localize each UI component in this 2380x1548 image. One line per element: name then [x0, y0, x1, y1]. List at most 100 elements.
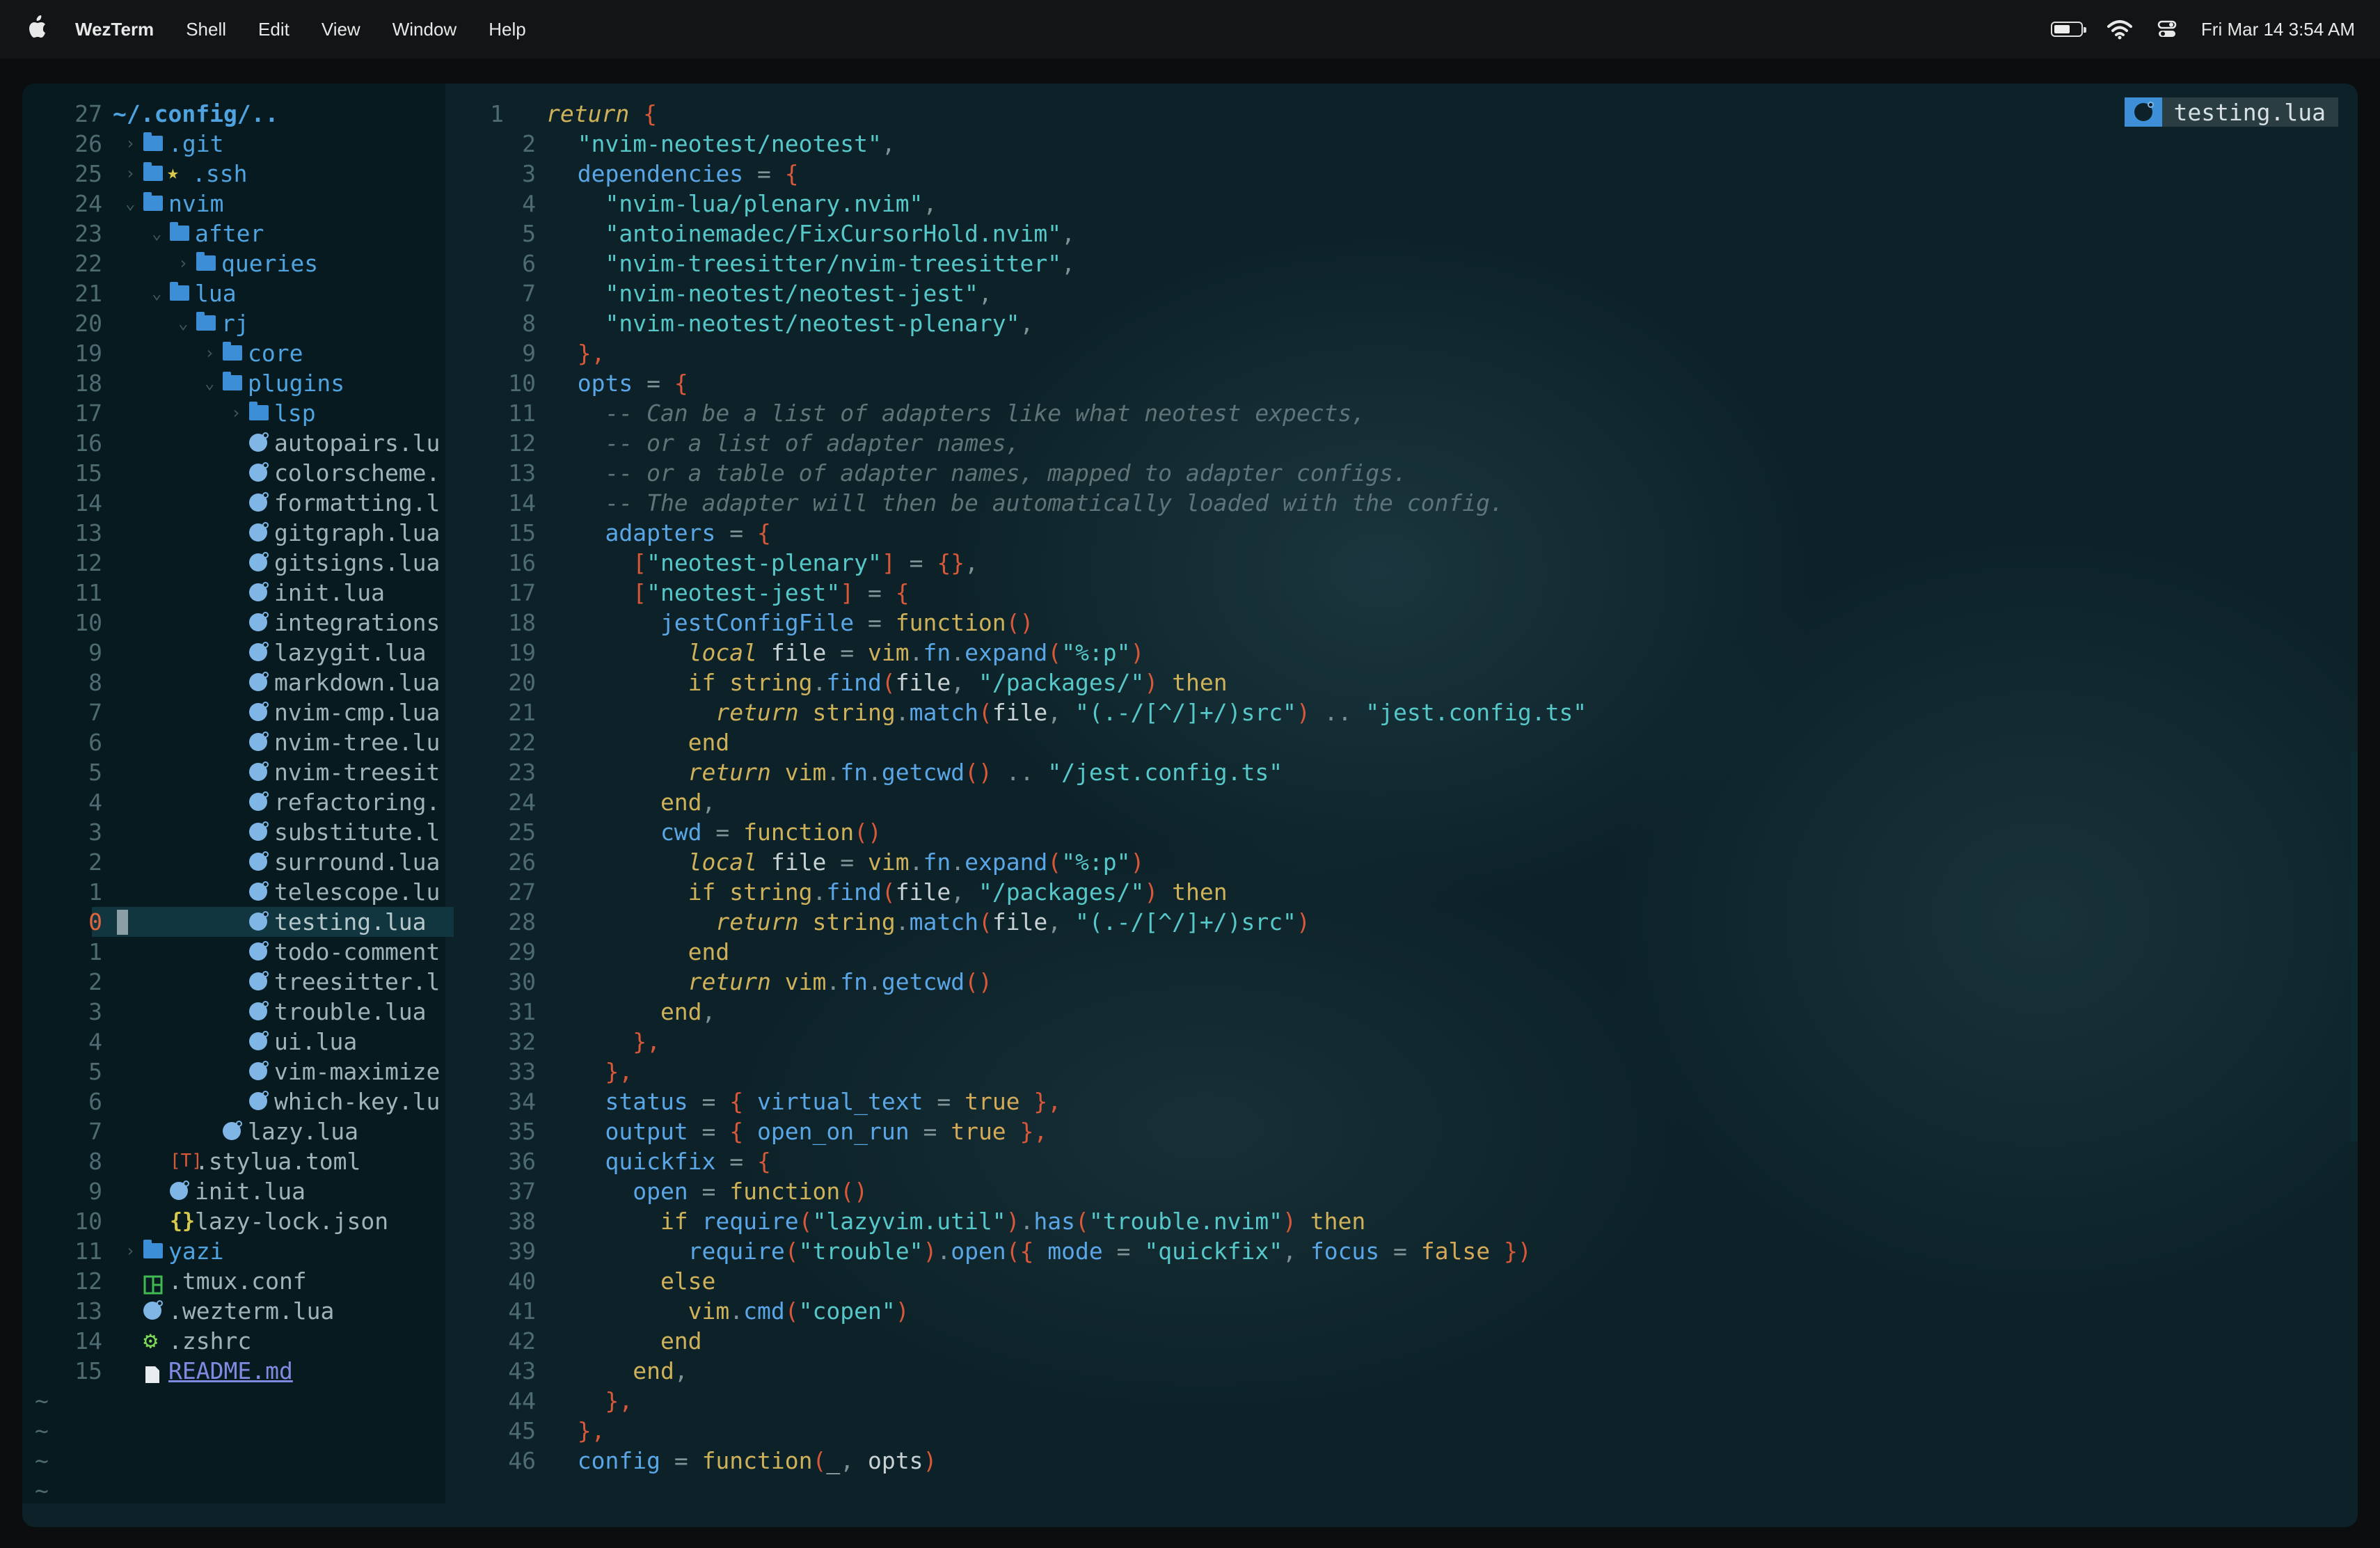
tree-item[interactable]: 7 nvim-cmp.lua	[22, 697, 440, 727]
code-line[interactable]: 22 end	[445, 727, 2324, 757]
code-line[interactable]: 7 "nvim-neotest/neotest-jest",	[445, 278, 2324, 308]
code-line[interactable]: 5 "antoinemadec/FixCursorHold.nvim",	[445, 219, 2324, 248]
tree-item[interactable]: 5 nvim-treesit	[22, 757, 440, 787]
code-line[interactable]: 13 -- or a table of adapter names, mappe…	[445, 458, 2324, 488]
tree-item[interactable]: 21 ⌄ lua	[22, 278, 433, 308]
control-center-icon[interactable]	[2157, 19, 2177, 40]
tree-item[interactable]: 18 ⌄ plugins	[22, 368, 433, 398]
tree-item[interactable]: 4 ui.lua	[22, 1027, 433, 1057]
code-line[interactable]: 36 quickfix = {	[445, 1146, 2324, 1176]
code-line[interactable]: return {	[445, 99, 2324, 129]
tree-item[interactable]: 23 ⌄ after	[22, 219, 433, 248]
tree-item[interactable]: 6 which-key.lu	[22, 1087, 440, 1116]
tree-item[interactable]: 2 surround.lua	[22, 847, 440, 877]
code-line[interactable]: 8 "nvim-neotest/neotest-plenary",	[445, 308, 2324, 338]
code-line[interactable]: 21 return string.match(file, "(.-/[^/]+/…	[445, 697, 2324, 727]
battery-icon[interactable]	[2050, 22, 2086, 37]
tree-item[interactable]: 14 ⚙ .zshrc	[22, 1326, 433, 1356]
code-line[interactable]: 15 adapters = {	[445, 518, 2324, 548]
tree-item[interactable]: 15 colorscheme.	[22, 458, 440, 488]
code-line[interactable]: 26 local file = vim.fn.expand("%:p")	[445, 847, 2324, 877]
tree-item[interactable]: 12 .tmux.conf	[22, 1266, 433, 1296]
tree-item[interactable]: 15 README.md	[22, 1356, 433, 1386]
tree-item[interactable]: 11 init.lua	[22, 578, 433, 608]
tree-item[interactable]: 6 nvim-tree.lu	[22, 727, 440, 757]
code-line[interactable]: 31 end,	[445, 997, 2324, 1027]
tree-item[interactable]: 11 › yazi	[22, 1236, 433, 1266]
tree-root-row[interactable]: 27 ~/.config/..	[22, 99, 433, 129]
tree-item[interactable]: 13 gitgraph.lua	[22, 518, 440, 548]
code-line[interactable]: 33 },	[445, 1057, 2324, 1087]
code-line[interactable]: 45 },	[445, 1416, 2324, 1446]
code-line[interactable]: 12 -- or a list of adapter names,	[445, 428, 2324, 458]
tree-item[interactable]: 3 substitute.l	[22, 817, 440, 847]
code-line[interactable]: 10 opts = {	[445, 368, 2324, 398]
tree-item[interactable]: 12 gitsigns.lua	[22, 548, 440, 578]
tree-item[interactable]: 26 › .git	[22, 129, 433, 159]
code-line[interactable]: 19 local file = vim.fn.expand("%:p")	[445, 638, 2324, 668]
code-line[interactable]: 2 "nvim-neotest/neotest",	[445, 129, 2324, 159]
scrollbar[interactable]	[2351, 752, 2358, 1142]
clock[interactable]: Fri Mar 14 3:54 AM	[2201, 19, 2355, 40]
menu-edit[interactable]: Edit	[258, 19, 289, 40]
wifi-icon[interactable]	[2107, 19, 2133, 40]
code-editor[interactable]: testing.lua 1 return {2 "nvim-neotest/neo…	[445, 84, 2358, 1503]
menu-view[interactable]: View	[322, 19, 360, 40]
code-line[interactable]: 46 config = function(_, opts)	[445, 1446, 2324, 1476]
code-line[interactable]: 24 end,	[445, 787, 2324, 817]
code-line[interactable]: 38 if require("lazyvim.util").has("troub…	[445, 1206, 2324, 1236]
menu-help[interactable]: Help	[489, 19, 525, 40]
menu-shell[interactable]: Shell	[186, 19, 226, 40]
code-line[interactable]: 17 ["neotest-jest"] = {	[445, 578, 2324, 608]
tree-item[interactable]: 14 formatting.l	[22, 488, 440, 518]
code-line[interactable]: 25 cwd = function()	[445, 817, 2324, 847]
tree-item[interactable]: 24 ⌄ nvim	[22, 189, 433, 219]
menu-window[interactable]: Window	[392, 19, 457, 40]
app-menu[interactable]: WezTerm	[75, 19, 154, 40]
tree-item[interactable]: 3 trouble.lua	[22, 997, 433, 1027]
tree-item[interactable]: 8 [T] .stylua.toml	[22, 1146, 433, 1176]
code-line[interactable]: 28 return string.match(file, "(.-/[^/]+/…	[445, 907, 2324, 937]
code-line[interactable]: 4 "nvim-lua/plenary.nvim",	[445, 189, 2324, 219]
tree-item[interactable]: 9 init.lua	[22, 1176, 433, 1206]
tree-item[interactable]: 19 › core	[22, 338, 433, 368]
code-line[interactable]: 29 end	[445, 937, 2324, 967]
code-line[interactable]: 43 end,	[445, 1356, 2324, 1386]
code-line[interactable]: 41 vim.cmd("copen")	[445, 1296, 2324, 1326]
tree-item[interactable]: 25 › ★ .ssh	[22, 159, 433, 189]
tree-item[interactable]: 9 lazygit.lua	[22, 638, 433, 668]
code-line[interactable]: 27 if string.find(file, "/packages/") th…	[445, 877, 2324, 907]
code-line[interactable]: 39 require("trouble").open({ mode = "qui…	[445, 1236, 2324, 1266]
tree-item[interactable]: 17 › lsp	[22, 398, 433, 428]
tree-item[interactable]: 22 › queries	[22, 248, 433, 278]
code-line[interactable]: 32 },	[445, 1027, 2324, 1057]
tree-item[interactable]: 7 lazy.lua	[22, 1116, 433, 1146]
code-line[interactable]: 30 return vim.fn.getcwd()	[445, 967, 2324, 997]
code-line[interactable]: 42 end	[445, 1326, 2324, 1356]
code-line[interactable]: 9 },	[445, 338, 2324, 368]
code-line[interactable]: 16 ["neotest-plenary"] = {},	[445, 548, 2324, 578]
code-line[interactable]: 6 "nvim-treesitter/nvim-treesitter",	[445, 248, 2324, 278]
tree-item[interactable]: 0 testing.lua	[22, 907, 433, 937]
code-line[interactable]: 44 },	[445, 1386, 2324, 1416]
code-line[interactable]: 35 output = { open_on_run = true },	[445, 1116, 2324, 1146]
code-line[interactable]: 37 open = function()	[445, 1176, 2324, 1206]
code-line[interactable]: 11 -- Can be a list of adapters like wha…	[445, 398, 2324, 428]
tree-item[interactable]: 10 {} lazy-lock.json	[22, 1206, 433, 1236]
tree-item[interactable]: 16 autopairs.lu	[22, 428, 440, 458]
tree-item[interactable]: 1 telescope.lu	[22, 877, 440, 907]
tree-item[interactable]: 8 markdown.lua	[22, 668, 440, 697]
code-line[interactable]: 40 else	[445, 1266, 2324, 1296]
tree-item[interactable]: 5 vim-maximize	[22, 1057, 440, 1087]
tree-item[interactable]: 2 treesitter.l	[22, 967, 440, 997]
code-line[interactable]: 18 jestConfigFile = function()	[445, 608, 2324, 638]
tree-item[interactable]: 4 refactoring.	[22, 787, 440, 817]
tree-item[interactable]: 13 .wezterm.lua	[22, 1296, 433, 1326]
apple-logo-icon[interactable]	[25, 14, 50, 42]
code-line[interactable]: 14 -- The adapter will then be automatic…	[445, 488, 2324, 518]
tree-item[interactable]: 1 todo-comment	[22, 937, 440, 967]
tree-item[interactable]: 20 ⌄ rj	[22, 308, 433, 338]
tree-item[interactable]: 10 integrations	[22, 608, 440, 638]
code-line[interactable]: 23 return vim.fn.getcwd() .. "/jest.conf…	[445, 757, 2324, 787]
code-line[interactable]: 3 dependencies = {	[445, 159, 2324, 189]
